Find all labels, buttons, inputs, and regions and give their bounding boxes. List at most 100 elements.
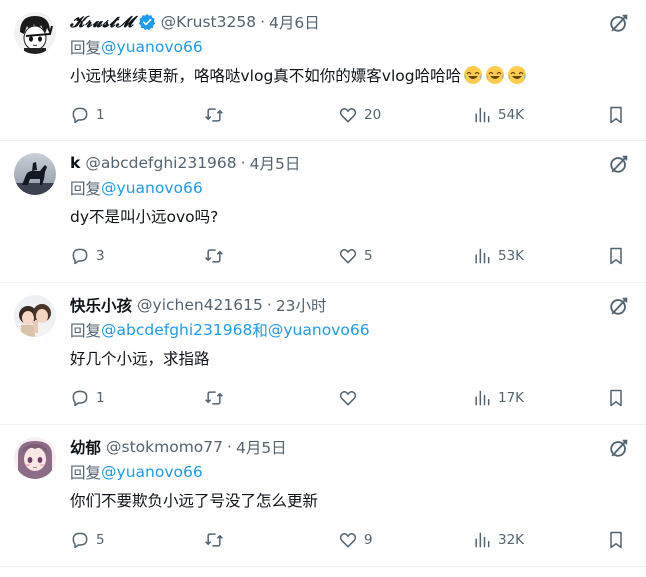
reply-text: 好几个小远，求指路 (70, 343, 632, 373)
timestamp[interactable]: 4月5日 (250, 152, 301, 174)
reply-item[interactable]: 幼郁 @stokmomo77 · 4月5日 回复 @yuanovo66 你们不要欺… (0, 425, 646, 567)
retweet-button[interactable] (204, 386, 230, 410)
views-icon (475, 532, 490, 548)
author-name[interactable]: 幼郁 (70, 436, 101, 458)
reply-count: 3 (96, 248, 105, 264)
retweet-button[interactable] (204, 103, 230, 127)
reply-item[interactable]: 𝓚𝓻𝓾𝓼𝓽𝓜 @Krust3258 · 4月6日 回复 @yuanovo66 小远… (0, 0, 646, 141)
separator-dot: · (260, 13, 266, 31)
laughing-tears-emoji-icon (486, 66, 505, 84)
retweet-icon (205, 249, 223, 263)
reply-item[interactable]: 快乐小孩 @yichen421615 · 23小时 回复 @abcdefghi23… (0, 283, 646, 425)
bookmark-button[interactable] (606, 528, 626, 552)
reply-context: 回复 @yuanovo66 (70, 34, 632, 60)
laughing-tears-emoji-icon (464, 66, 483, 84)
feed-bottom-edge (0, 567, 646, 577)
separator-dot: · (240, 154, 246, 172)
author-handle[interactable]: @Krust3258 (161, 13, 256, 31)
grok-icon[interactable] (608, 437, 630, 459)
reply-item[interactable]: k @abcdefghi231968 · 4月5日 回复 @yuanovo66 d… (0, 141, 646, 283)
reply-context: 回复 @abcdefghi231968 和 @yuanovo66 (70, 317, 632, 343)
reply-count: 1 (96, 107, 105, 123)
like-count: 9 (364, 532, 373, 548)
bookmark-button[interactable] (606, 244, 626, 268)
grok-icon[interactable] (608, 153, 630, 175)
views-icon (475, 107, 490, 123)
like-button[interactable]: 20 (338, 103, 381, 127)
author-name[interactable]: k (70, 154, 80, 172)
avatar[interactable] (14, 437, 56, 479)
like-button[interactable]: 9 (338, 528, 373, 552)
mention-link[interactable]: @yuanovo66 (101, 179, 203, 197)
timestamp[interactable]: 4月6日 (269, 11, 320, 33)
reply-button[interactable]: 1 (70, 103, 105, 127)
bookmark-icon (610, 247, 622, 265)
reply-text: 你们不要欺负小远了号没了怎么更新 (70, 485, 632, 515)
action-bar: 3 5 53K (70, 244, 632, 268)
laughing-tears-emoji-icon (508, 66, 527, 84)
reply-button[interactable]: 5 (70, 528, 105, 552)
bookmark-button[interactable] (606, 103, 626, 127)
mention-link[interactable]: @yuanovo66 (101, 38, 203, 56)
reply-text: 小远快继续更新，咯咯哒vlog真不如你的嫖客vlog哈哈哈 (70, 60, 632, 90)
like-icon (339, 391, 357, 406)
mention-link[interactable]: @abcdefghi231968 (101, 321, 252, 339)
mention-conjunction: 和 (252, 322, 268, 340)
avatar[interactable] (14, 295, 56, 337)
like-button[interactable]: 5 (338, 244, 373, 268)
reply-text-content: 你们不要欺负小远了号没了怎么更新 (70, 492, 319, 510)
views-button[interactable]: 17K (472, 386, 524, 410)
author-handle[interactable]: @yichen421615 (137, 296, 263, 314)
timestamp[interactable]: 4月5日 (236, 436, 287, 458)
reply-prefix: 回复 (70, 464, 102, 482)
reply-button[interactable]: 1 (70, 386, 105, 410)
reply-prefix: 回复 (70, 180, 102, 198)
views-icon (475, 248, 490, 264)
bookmark-icon (610, 531, 622, 549)
reply-feed: 𝓚𝓻𝓾𝓼𝓽𝓜 @Krust3258 · 4月6日 回复 @yuanovo66 小远… (0, 0, 646, 577)
like-icon (339, 533, 357, 548)
reply-text-content: 小远快继续更新，咯咯哒vlog真不如你的嫖客vlog哈哈哈 (70, 67, 462, 85)
views-count: 54K (498, 107, 525, 123)
views-count: 53K (498, 248, 525, 264)
author-handle[interactable]: @stokmomo77 (106, 438, 223, 456)
action-bar: 1 20 54K (70, 103, 632, 127)
reply-context: 回复 @yuanovo66 (70, 175, 632, 201)
action-bar: 5 9 32K (70, 528, 632, 552)
like-icon (339, 249, 357, 264)
grok-icon[interactable] (608, 295, 630, 317)
reply-text-content: dy不是叫小远ovo吗? (70, 208, 219, 226)
like-count: 20 (364, 107, 382, 123)
reply-prefix: 回复 (70, 322, 102, 340)
bookmark-button[interactable] (606, 386, 626, 410)
views-button[interactable]: 53K (472, 244, 524, 268)
retweet-button[interactable] (204, 244, 230, 268)
reply-button[interactable]: 3 (70, 244, 105, 268)
retweet-icon (205, 108, 223, 122)
reply-context: 回复 @yuanovo66 (70, 459, 632, 485)
author-name[interactable]: 快乐小孩 (70, 294, 132, 316)
views-count: 17K (498, 390, 525, 406)
mention-link[interactable]: @yuanovo66 (101, 463, 203, 481)
reply-text: dy不是叫小远ovo吗? (70, 201, 632, 231)
avatar[interactable] (14, 12, 56, 54)
bookmark-icon (610, 389, 622, 407)
like-button[interactable] (338, 386, 364, 410)
separator-dot: · (227, 438, 232, 456)
author-handle[interactable]: @abcdefghi231968 (85, 154, 236, 172)
views-icon (475, 390, 490, 406)
timestamp[interactable]: 23小时 (276, 294, 327, 316)
mention-link[interactable]: @yuanovo66 (268, 321, 370, 339)
retweet-icon (205, 391, 223, 405)
reply-count: 5 (96, 532, 105, 548)
views-button[interactable]: 54K (472, 103, 524, 127)
like-count: 5 (364, 248, 373, 264)
reply-count: 1 (96, 390, 105, 406)
author-name[interactable]: 𝓚𝓻𝓾𝓼𝓽𝓜 (70, 12, 134, 32)
views-button[interactable]: 32K (472, 528, 524, 552)
retweet-button[interactable] (204, 528, 230, 552)
avatar[interactable] (14, 153, 56, 195)
reply-icon (72, 107, 88, 124)
separator-dot: · (266, 296, 272, 314)
grok-icon[interactable] (608, 12, 630, 34)
